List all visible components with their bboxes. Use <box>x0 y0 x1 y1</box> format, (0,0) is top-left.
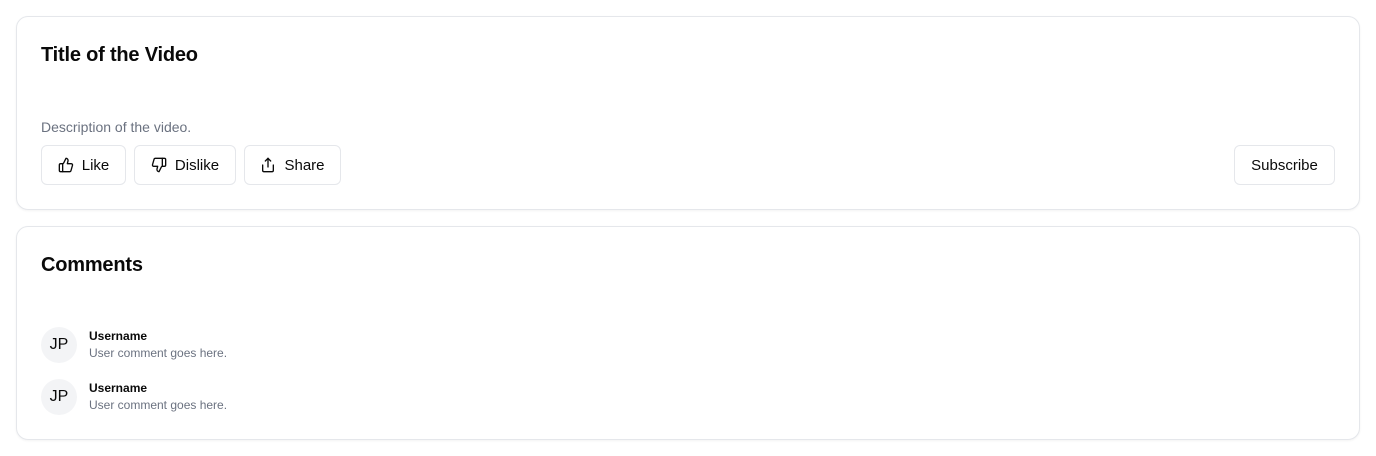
avatar-initials: JP <box>49 388 69 405</box>
comment-body: Username User comment goes here. <box>89 380 227 414</box>
video-description: Description of the video. <box>41 119 192 135</box>
comments-title: Comments <box>41 254 143 276</box>
comment-text: User comment goes here. <box>89 346 228 360</box>
avatar-initials: JP <box>49 336 69 353</box>
video-card: Title of the Video Description of the vi… <box>16 16 1360 210</box>
comment-item: JP Username User comment goes here. <box>41 327 227 363</box>
avatar: JP <box>41 327 77 363</box>
comments-card: Comments JP Username User comment goes h… <box>16 226 1360 440</box>
like-button[interactable]: Like <box>41 145 126 185</box>
dislike-label: Dislike <box>174 156 220 174</box>
subscribe-label: Subscribe <box>1251 156 1318 174</box>
comment-username: Username <box>89 381 148 395</box>
comment-username: Username <box>89 329 148 343</box>
video-title: Title of the Video <box>41 44 198 66</box>
share-icon <box>260 157 276 173</box>
avatar: JP <box>41 379 77 415</box>
share-label: Share <box>284 156 325 174</box>
comment-body: Username User comment goes here. <box>89 328 227 362</box>
like-label: Like <box>81 156 110 174</box>
dislike-button[interactable]: Dislike <box>134 145 236 185</box>
thumbs-up-icon <box>58 157 74 173</box>
share-button[interactable]: Share <box>244 145 341 185</box>
thumbs-down-icon <box>151 157 167 173</box>
comment-item: JP Username User comment goes here. <box>41 379 227 415</box>
subscribe-button[interactable]: Subscribe <box>1234 145 1335 185</box>
comment-text: User comment goes here. <box>89 398 228 412</box>
